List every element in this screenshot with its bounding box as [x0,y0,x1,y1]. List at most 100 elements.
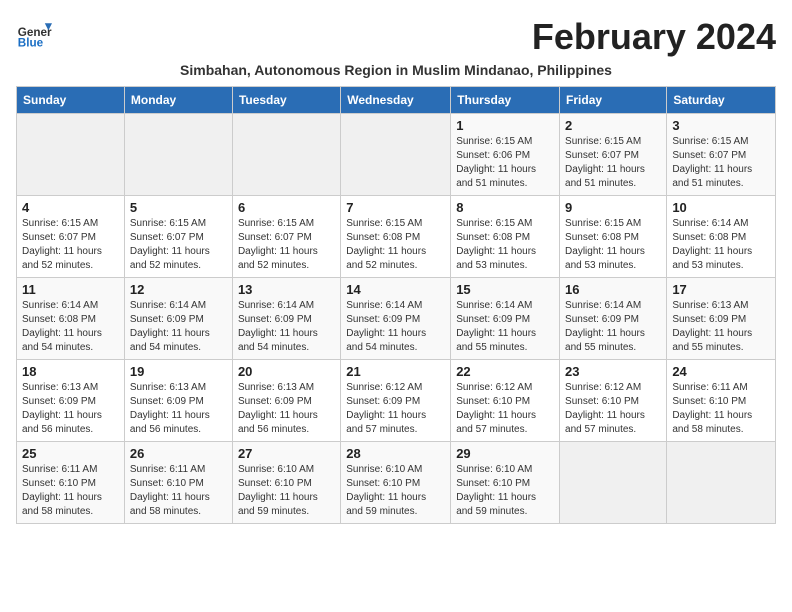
week-row-1: 1 Sunrise: 6:15 AM Sunset: 6:06 PM Daylig… [17,114,776,196]
day-number: 25 [22,446,119,461]
subtitle: Simbahan, Autonomous Region in Muslim Mi… [16,62,776,78]
week-row-2: 4 Sunrise: 6:15 AM Sunset: 6:07 PM Daylig… [17,196,776,278]
calendar-cell [341,114,451,196]
calendar-cell: 4Sunrise: 6:15 AM Sunset: 6:07 PM Daylig… [17,196,125,278]
day-number: 9 [565,200,661,215]
day-number: 3 [672,118,770,133]
day-info: Sunrise: 6:11 AM Sunset: 6:10 PM Dayligh… [130,463,227,519]
dow-header-monday: Monday [124,87,232,114]
day-info: Sunrise: 6:15 AM Sunset: 6:08 PM Dayligh… [346,217,445,273]
day-info: Sunrise: 6:12 AM Sunset: 6:10 PM Dayligh… [456,381,554,437]
day-info: Sunrise: 6:15 AM Sunset: 6:07 PM Dayligh… [130,217,227,273]
calendar-cell: 16 Sunrise: 6:14 AM Sunset: 6:09 PM Dayli… [560,278,667,360]
calendar-cell: 19 Sunrise: 6:13 AM Sunset: 6:09 PM Dayli… [124,360,232,442]
dow-header-sunday: Sunday [17,87,125,114]
calendar-cell: 7Sunrise: 6:15 AM Sunset: 6:08 PM Daylig… [341,196,451,278]
day-info: Sunrise: 6:14 AM Sunset: 6:08 PM Dayligh… [672,217,770,273]
day-number: 19 [130,364,227,379]
calendar-cell: 20 Sunrise: 6:13 AM Sunset: 6:09 PM Dayli… [232,360,340,442]
calendar-cell: 28Sunrise: 6:10 AM Sunset: 6:10 PM Dayli… [341,442,451,524]
calendar-cell: 9 Sunrise: 6:15 AM Sunset: 6:08 PM Daylig… [560,196,667,278]
day-info: Sunrise: 6:14 AM Sunset: 6:08 PM Dayligh… [22,299,119,355]
week-row-4: 18 Sunrise: 6:13 AM Sunset: 6:09 PM Dayli… [17,360,776,442]
day-info: Sunrise: 6:10 AM Sunset: 6:10 PM Dayligh… [238,463,335,519]
calendar-cell [667,442,776,524]
day-number: 22 [456,364,554,379]
day-number: 20 [238,364,335,379]
calendar-cell: 26 Sunrise: 6:11 AM Sunset: 6:10 PM Dayli… [124,442,232,524]
calendar-cell: 6 Sunrise: 6:15 AM Sunset: 6:07 PM Daylig… [232,196,340,278]
day-number: 14 [346,282,445,297]
day-info: Sunrise: 6:10 AM Sunset: 6:10 PM Dayligh… [456,463,554,519]
dow-header-wednesday: Wednesday [341,87,451,114]
day-number: 2 [565,118,661,133]
calendar-cell: 29 Sunrise: 6:10 AM Sunset: 6:10 PM Dayli… [451,442,560,524]
day-number: 24 [672,364,770,379]
logo-icon: General Blue [16,16,52,52]
day-number: 16 [565,282,661,297]
calendar-cell: 22 Sunrise: 6:12 AM Sunset: 6:10 PM Dayli… [451,360,560,442]
calendar-cell: 8 Sunrise: 6:15 AM Sunset: 6:08 PM Daylig… [451,196,560,278]
calendar-body: 1 Sunrise: 6:15 AM Sunset: 6:06 PM Daylig… [17,114,776,524]
day-number: 5 [130,200,227,215]
day-info: Sunrise: 6:15 AM Sunset: 6:08 PM Dayligh… [565,217,661,273]
day-number: 29 [456,446,554,461]
calendar-cell: 12 Sunrise: 6:14 AM Sunset: 6:09 PM Dayli… [124,278,232,360]
dow-header-thursday: Thursday [451,87,560,114]
day-info: Sunrise: 6:13 AM Sunset: 6:09 PM Dayligh… [22,381,119,437]
day-number: 10 [672,200,770,215]
calendar-table: SundayMondayTuesdayWednesdayThursdayFrid… [16,86,776,524]
day-info: Sunrise: 6:15 AM Sunset: 6:07 PM Dayligh… [238,217,335,273]
calendar-cell: 10 Sunrise: 6:14 AM Sunset: 6:08 PM Dayli… [667,196,776,278]
day-number: 12 [130,282,227,297]
svg-text:Blue: Blue [18,37,44,50]
calendar-cell: 25 Sunrise: 6:11 AM Sunset: 6:10 PM Dayli… [17,442,125,524]
calendar-cell: 24 Sunrise: 6:11 AM Sunset: 6:10 PM Dayli… [667,360,776,442]
day-info: Sunrise: 6:14 AM Sunset: 6:09 PM Dayligh… [565,299,661,355]
dow-header-saturday: Saturday [667,87,776,114]
calendar-cell: 13 Sunrise: 6:14 AM Sunset: 6:09 PM Dayli… [232,278,340,360]
calendar-cell: 1 Sunrise: 6:15 AM Sunset: 6:06 PM Daylig… [451,114,560,196]
day-info: Sunrise: 6:14 AM Sunset: 6:09 PM Dayligh… [346,299,445,355]
day-number: 8 [456,200,554,215]
day-info: Sunrise: 6:14 AM Sunset: 6:09 PM Dayligh… [456,299,554,355]
day-info: Sunrise: 6:11 AM Sunset: 6:10 PM Dayligh… [22,463,119,519]
day-number: 21 [346,364,445,379]
day-number: 6 [238,200,335,215]
calendar-cell: 15Sunrise: 6:14 AM Sunset: 6:09 PM Dayli… [451,278,560,360]
day-info: Sunrise: 6:11 AM Sunset: 6:10 PM Dayligh… [672,381,770,437]
day-info: Sunrise: 6:12 AM Sunset: 6:09 PM Dayligh… [346,381,445,437]
calendar-cell: 23 Sunrise: 6:12 AM Sunset: 6:10 PM Dayli… [560,360,667,442]
day-number: 17 [672,282,770,297]
week-row-3: 11Sunrise: 6:14 AM Sunset: 6:08 PM Dayli… [17,278,776,360]
day-info: Sunrise: 6:13 AM Sunset: 6:09 PM Dayligh… [672,299,770,355]
day-info: Sunrise: 6:15 AM Sunset: 6:06 PM Dayligh… [456,135,554,191]
day-info: Sunrise: 6:14 AM Sunset: 6:09 PM Dayligh… [238,299,335,355]
day-info: Sunrise: 6:13 AM Sunset: 6:09 PM Dayligh… [238,381,335,437]
header: General Blue February 2024 [16,16,776,58]
calendar-cell: 18 Sunrise: 6:13 AM Sunset: 6:09 PM Dayli… [17,360,125,442]
calendar-cell: 5 Sunrise: 6:15 AM Sunset: 6:07 PM Daylig… [124,196,232,278]
day-number: 13 [238,282,335,297]
dow-header-tuesday: Tuesday [232,87,340,114]
day-number: 27 [238,446,335,461]
calendar-cell [17,114,125,196]
day-info: Sunrise: 6:12 AM Sunset: 6:10 PM Dayligh… [565,381,661,437]
day-number: 4 [22,200,119,215]
day-info: Sunrise: 6:14 AM Sunset: 6:09 PM Dayligh… [130,299,227,355]
day-number: 23 [565,364,661,379]
month-title: February 2024 [532,16,776,58]
day-number: 26 [130,446,227,461]
calendar-cell [232,114,340,196]
calendar-cell: 27 Sunrise: 6:10 AM Sunset: 6:10 PM Dayli… [232,442,340,524]
day-info: Sunrise: 6:13 AM Sunset: 6:09 PM Dayligh… [130,381,227,437]
calendar-cell [124,114,232,196]
day-info: Sunrise: 6:15 AM Sunset: 6:07 PM Dayligh… [565,135,661,191]
days-of-week-row: SundayMondayTuesdayWednesdayThursdayFrid… [17,87,776,114]
calendar-cell: 11Sunrise: 6:14 AM Sunset: 6:08 PM Dayli… [17,278,125,360]
day-number: 18 [22,364,119,379]
day-info: Sunrise: 6:15 AM Sunset: 6:08 PM Dayligh… [456,217,554,273]
day-number: 28 [346,446,445,461]
day-info: Sunrise: 6:15 AM Sunset: 6:07 PM Dayligh… [672,135,770,191]
day-number: 1 [456,118,554,133]
